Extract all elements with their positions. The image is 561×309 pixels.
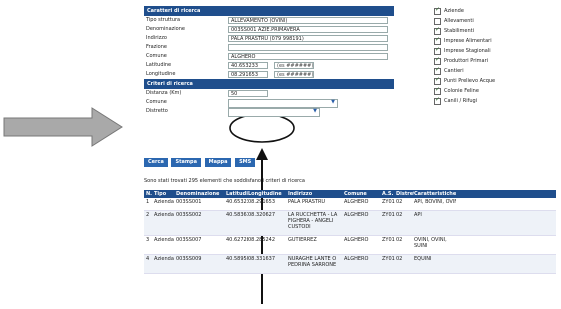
field-label: Tipo struttura — [146, 17, 181, 23]
checkbox-canili[interactable]: Canili / Rifugi — [432, 95, 556, 106]
checkbox-icon[interactable] — [434, 18, 441, 25]
search-panel: Caratteri di ricerca Tipo struttura ALLE… — [144, 5, 556, 306]
checkbox-icon[interactable] — [434, 45, 441, 55]
distanza-field[interactable]: 50 — [228, 90, 268, 97]
search-form: Caratteri di ricerca Tipo struttura ALLE… — [144, 6, 394, 117]
checkbox-icon[interactable] — [434, 25, 441, 35]
frazione-field[interactable] — [228, 44, 388, 51]
table-row[interactable]: 3Azienda003SS00740.62728208.285242GUTIER… — [144, 236, 556, 255]
longitudine-field[interactable]: 08.291653 — [228, 71, 268, 78]
form-header: Caratteri di ricerca — [144, 6, 394, 16]
checkbox-icon[interactable] — [434, 95, 441, 105]
checkbox-aziende[interactable]: Aziende — [432, 5, 556, 16]
checkbox-punti-prelievo[interactable]: Punti Prelievo Acque — [432, 75, 556, 86]
latitudine-field[interactable]: 40.653233 — [228, 62, 268, 69]
field-label: Latitudine — [146, 62, 172, 68]
field-row-comune-filter: Comune ▼ — [144, 98, 394, 108]
category-checklist: Aziende Allevamenti Stabilimenti Imprese… — [432, 5, 556, 106]
checkbox-icon[interactable] — [434, 85, 441, 95]
cerca-button[interactable]: Cerca — [144, 158, 168, 167]
table-row[interactable]: 1Azienda003SS00140.65323308.291653PALA P… — [144, 198, 556, 211]
field-label: Longitudine — [146, 71, 176, 77]
chevron-down-icon: ▼ — [313, 108, 317, 114]
results-table: N. Tipo Denominazione Latitudine Longitu… — [144, 190, 556, 274]
stampa-button[interactable]: Stampa — [171, 158, 201, 167]
field-row-distanza: Distanza (Km) 50 — [144, 89, 394, 98]
table-row[interactable]: 4Azienda003SS00940.58950608.331637NURAGH… — [144, 255, 556, 274]
field-row-denominazione: Denominazione 003SS001 AZIE.PRIMAVERA — [144, 25, 394, 34]
result-count-text: Sono stati trovati 295 elementi che sodd… — [144, 178, 305, 184]
field-label: Indirizzo — [146, 35, 167, 41]
column-header[interactable]: Comune — [344, 190, 382, 198]
column-header[interactable]: Latitudine — [226, 190, 248, 198]
checkbox-allevamenti[interactable]: Allevamenti — [432, 16, 556, 26]
field-label: Distanza (Km) — [146, 90, 182, 96]
checkbox-imprese-stagionali[interactable]: Imprese Stagionali — [432, 45, 556, 56]
column-header[interactable]: Tipo — [154, 190, 176, 198]
field-row-longitudine: Longitudine 08.291653 (es ######) — [144, 70, 394, 79]
column-header[interactable]: Indirizzo — [288, 190, 344, 198]
indirizzo-field[interactable]: PALA PRASTRU (079 998191) — [228, 35, 388, 42]
tipo-field[interactable]: ALLEVAMENTO (OVINI) — [228, 17, 388, 24]
column-header[interactable]: Distretto — [396, 190, 414, 198]
field-row-indirizzo: Indirizzo PALA PRASTRU (079 998191) — [144, 34, 394, 43]
checkbox-icon[interactable] — [434, 5, 441, 15]
checkbox-colonie-feline[interactable]: Colonie Feline — [432, 85, 556, 96]
sms-button[interactable]: SMS — [235, 158, 256, 167]
mappa-button[interactable]: Mappa — [204, 158, 232, 167]
latitudine-format-hint: (es ######) — [274, 62, 314, 69]
chevron-down-icon: ▼ — [331, 99, 335, 105]
longitudine-format-hint: (es ######) — [274, 71, 314, 78]
field-label: Distretto — [146, 108, 168, 114]
field-row-tipo: Tipo struttura ALLEVAMENTO (OVINI) — [144, 16, 394, 25]
column-header[interactable]: Longitudine — [248, 190, 288, 198]
checkbox-stabilimenti[interactable]: Stabilimenti — [432, 25, 556, 36]
filter-header: Criteri di ricerca — [144, 79, 394, 89]
column-header[interactable]: Caratteristiche — [414, 190, 456, 198]
field-row-frazione: Frazione — [144, 43, 394, 52]
column-header[interactable]: Denominazione — [176, 190, 226, 198]
field-row-latitudine: Latitudine 40.653233 (es ######) — [144, 61, 394, 70]
field-label: Comune — [146, 53, 167, 59]
field-row-distretto: Distretto ▼ — [144, 107, 394, 117]
distretto-select[interactable]: ▼ — [228, 108, 320, 117]
checkbox-produttori-primari[interactable]: Produttori Primari — [432, 55, 556, 66]
table-header: N. Tipo Denominazione Latitudine Longitu… — [144, 190, 556, 198]
comune-field[interactable]: ALGHERO — [228, 53, 388, 60]
big-arrow-icon — [3, 107, 123, 147]
checkbox-imprese-alimentari[interactable]: Imprese Alimentari — [432, 35, 556, 46]
field-label: Comune — [146, 99, 167, 105]
table-row[interactable]: 2Azienda003SS00240.58361208.320627LA RUC… — [144, 211, 556, 236]
field-label: Frazione — [146, 44, 167, 50]
denominazione-field[interactable]: 003SS001 AZIE.PRIMAVERA — [228, 26, 388, 33]
checkbox-icon[interactable] — [434, 75, 441, 85]
action-buttons: Cerca Stampa Mappa SMS — [144, 158, 394, 168]
column-header[interactable]: A.S. — [382, 190, 396, 198]
checkbox-icon[interactable] — [434, 55, 441, 65]
checkbox-cantieri[interactable]: Cantieri — [432, 65, 556, 76]
checkbox-icon[interactable] — [434, 65, 441, 75]
field-row-comune: Comune ALGHERO — [144, 52, 394, 61]
field-label: Denominazione — [146, 26, 185, 32]
checkbox-icon[interactable] — [434, 35, 441, 45]
